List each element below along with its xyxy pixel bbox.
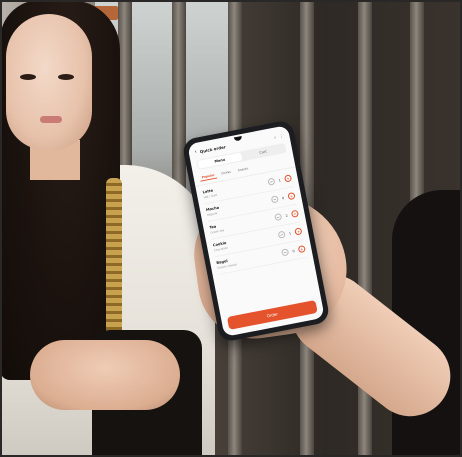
bag-chain-strap xyxy=(106,178,122,348)
plus-button[interactable]: + xyxy=(287,191,296,201)
plus-button[interactable]: + xyxy=(290,209,300,218)
category-popular[interactable]: Popular xyxy=(199,171,218,182)
quantity-value: 0 xyxy=(292,248,295,253)
minus-button[interactable]: − xyxy=(277,230,286,239)
quantity-stepper: − 2 + xyxy=(274,209,300,222)
minus-button[interactable]: − xyxy=(270,195,279,204)
quantity-stepper: − 1 + xyxy=(277,227,303,239)
more-icon[interactable]: ⋮ xyxy=(279,133,284,139)
plus-button[interactable]: + xyxy=(294,227,303,236)
eye xyxy=(20,74,36,80)
woman-hands xyxy=(30,340,180,410)
quantity-value: 0 xyxy=(281,195,285,200)
quantity-stepper: − 0 + xyxy=(281,244,306,257)
minus-button[interactable]: − xyxy=(274,212,283,222)
category-snacks[interactable]: Snacks xyxy=(235,165,251,175)
quantity-value: 1 xyxy=(278,177,282,183)
category-drinks[interactable]: Drinks xyxy=(219,168,234,177)
plus-button[interactable]: + xyxy=(283,174,293,183)
quantity-stepper: − 0 + xyxy=(270,191,296,204)
minus-button[interactable]: − xyxy=(281,248,290,257)
search-icon[interactable]: ⌕ xyxy=(274,134,277,139)
eye xyxy=(58,74,74,80)
minus-button[interactable]: − xyxy=(267,177,276,186)
item-list: Latte Hot / Iced − 1 + Mocha Regular − 0… xyxy=(195,167,320,315)
photo-scene: ‹ Quick order ⌕ ⋮ Menu Cart Popular Drin… xyxy=(0,0,462,457)
quantity-stepper: − 1 + xyxy=(267,174,293,186)
back-arrow-icon[interactable]: ‹ xyxy=(194,149,197,155)
plus-button[interactable]: + xyxy=(297,244,306,254)
quantity-value: 2 xyxy=(285,213,288,218)
lips xyxy=(40,116,62,123)
quantity-value: 1 xyxy=(288,230,292,236)
woman-face xyxy=(6,14,92,150)
